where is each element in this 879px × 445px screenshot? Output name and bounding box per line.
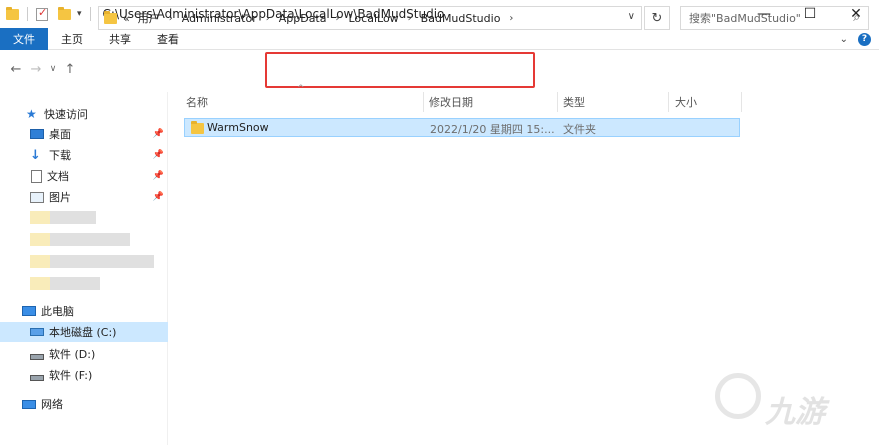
sidebar-item-label: 本地磁盘 (C:) (49, 326, 117, 339)
redacted-item (30, 277, 50, 290)
watermark-mark: 九游 (765, 395, 825, 430)
sidebar-item-pictures[interactable]: 图片 📌 (0, 187, 168, 207)
sidebar-item-downloads[interactable]: ↓ 下载 📌 (0, 145, 168, 165)
expand-ribbon-icon[interactable]: ⌄ (840, 34, 848, 45)
properties-icon[interactable] (36, 6, 48, 21)
divider (27, 7, 28, 21)
sidebar-item-label: 图片 (49, 191, 71, 204)
tab-share[interactable]: 共享 (96, 28, 144, 50)
document-icon (31, 169, 42, 183)
address-bar[interactable]: « 用户 › Administrator › AppData › LocalLo… (98, 6, 642, 30)
breadcrumb-appdata[interactable]: AppData (273, 12, 333, 25)
tab-home[interactable]: 主页 (48, 28, 96, 50)
drive-icon (30, 375, 44, 381)
breadcrumb-separator[interactable]: › (506, 13, 516, 24)
file-row[interactable]: WarmSnow 2022/1/20 星期四 15:... 文件夹 (184, 118, 740, 137)
breadcrumb-separator[interactable]: › (166, 13, 176, 24)
sidebar-item-label: 下载 (49, 149, 71, 162)
tab-file[interactable]: 文件 (0, 27, 48, 50)
redacted-item (50, 211, 96, 224)
column-header-size[interactable]: 大小 (672, 92, 740, 112)
sidebar-item-label: 软件 (D:) (49, 348, 96, 361)
sidebar-item-network[interactable]: 网络 (0, 394, 168, 414)
redacted-item (30, 233, 50, 246)
redacted-item (50, 255, 154, 268)
watermark-circle (715, 373, 761, 419)
folder-icon (191, 121, 204, 134)
search-input[interactable]: 搜索"BadMudStudio" ⌕ (680, 6, 869, 30)
breadcrumb-users[interactable]: 用户 (132, 10, 166, 26)
tab-view[interactable]: 查看 (144, 28, 192, 50)
breadcrumb-separator[interactable]: › (263, 13, 273, 24)
forward-icon[interactable]: → (26, 62, 46, 77)
navigation-pane: ★ 快速访问 桌面 📌 ↓ 下载 📌 文档 📌 图片 📌 此电脑 本地磁盘 (C… (0, 92, 168, 445)
column-header-name[interactable]: 名称 (183, 92, 423, 112)
new-folder-icon[interactable] (58, 6, 71, 20)
file-date: 2022/1/20 星期四 15:... (430, 123, 555, 136)
column-header-type[interactable]: 类型 (560, 92, 668, 112)
sidebar-item-label: 软件 (F:) (49, 369, 93, 382)
search-icon[interactable]: ⌕ (853, 10, 860, 25)
desktop-icon (30, 129, 44, 139)
sidebar-item-quick-access[interactable]: ★ 快速访问 (0, 104, 168, 124)
breadcrumb-separator[interactable]: › (333, 13, 343, 24)
column-divider[interactable] (741, 92, 742, 112)
network-icon (22, 399, 36, 409)
file-type: 文件夹 (563, 123, 596, 136)
column-header-date[interactable]: 修改日期 (426, 92, 556, 112)
pin-icon: 📌 (152, 192, 164, 202)
folder-icon (6, 6, 19, 20)
redacted-item (50, 277, 100, 290)
sidebar-item-drive-c[interactable]: 本地磁盘 (C:) (0, 322, 168, 342)
recent-locations-icon[interactable]: ∨ (46, 64, 60, 74)
sidebar-item-desktop[interactable]: 桌面 📌 (0, 124, 168, 144)
sidebar-item-label: 文档 (47, 170, 69, 183)
pin-icon: 📌 (152, 150, 164, 160)
sidebar-item-drive-f[interactable]: 软件 (F:) (0, 365, 168, 385)
download-icon: ↓ (30, 147, 41, 163)
back-icon[interactable]: ← (6, 62, 26, 77)
ribbon-right-controls: ⌄ ? (840, 28, 871, 50)
redacted-item (50, 233, 130, 246)
sidebar-item-label: 网络 (41, 398, 63, 411)
drive-icon (30, 354, 44, 360)
breadcrumb-administrator[interactable]: Administrator (176, 12, 263, 25)
redacted-item (30, 255, 50, 268)
pin-icon: 📌 (152, 171, 164, 181)
breadcrumb-badmudstudio[interactable]: BadMudStudio (415, 12, 507, 25)
sidebar-item-drive-d[interactable]: 软件 (D:) (0, 344, 168, 364)
file-name: WarmSnow (207, 121, 269, 134)
search-placeholder: 搜索"BadMudStudio" (689, 12, 801, 25)
breadcrumb-overflow[interactable]: « (117, 12, 132, 25)
breadcrumb-locallow[interactable]: LocalLow (343, 12, 405, 25)
customize-toolbar-icon[interactable]: ▾ (77, 9, 82, 19)
ribbon-tabs: 文件 主页 共享 查看 ⌄ ? (0, 27, 879, 50)
pin-icon: 📌 (152, 129, 164, 139)
up-icon[interactable]: ↑ (60, 62, 80, 77)
computer-icon (22, 306, 36, 316)
help-icon[interactable]: ? (858, 32, 871, 46)
column-divider[interactable] (423, 92, 424, 112)
sidebar-item-label: 此电脑 (41, 305, 74, 318)
refresh-button[interactable]: ↻ (644, 6, 670, 30)
sidebar-item-documents[interactable]: 文档 📌 (0, 166, 168, 186)
address-dropdown-icon[interactable]: ∨ (628, 11, 635, 22)
column-divider[interactable] (668, 92, 669, 112)
navigation-row: ← → ∨ ↑ (0, 50, 879, 88)
breadcrumb-separator[interactable]: › (405, 13, 415, 24)
sidebar-item-label: 快速访问 (44, 108, 88, 121)
star-icon: ★ (26, 107, 37, 121)
redacted-item (30, 211, 50, 224)
column-divider[interactable] (557, 92, 558, 112)
sidebar-item-label: 桌面 (49, 128, 71, 141)
divider (89, 7, 91, 21)
folder-icon (104, 10, 117, 24)
sidebar-item-this-pc[interactable]: 此电脑 (0, 301, 168, 321)
pictures-icon (30, 191, 44, 203)
watermark-logo: 九游 (713, 367, 863, 437)
system-drive-icon (30, 328, 44, 336)
quick-access-toolbar: ▾ (0, 0, 95, 28)
